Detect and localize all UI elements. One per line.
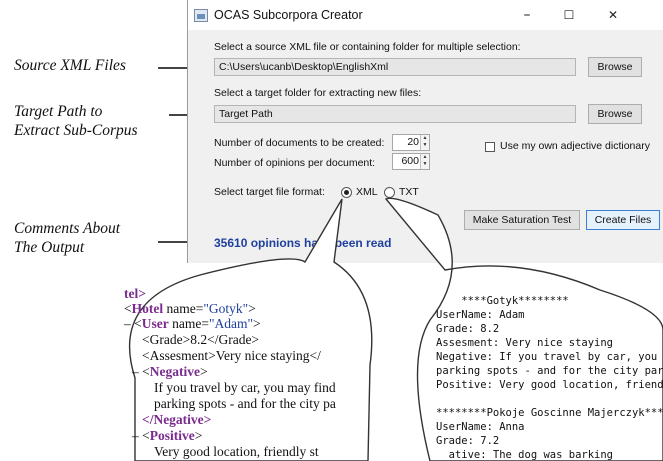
xml-negative-tag: Negative — [149, 364, 200, 379]
xml-hotel-attr: name — [166, 301, 196, 316]
txt-line: Assesment: Very nice staying — [436, 337, 614, 349]
txt-line: ative: The dog was barking — [436, 449, 614, 461]
xml-negative-close: </Negative> — [142, 412, 212, 427]
xml-negative-line1: If you travel by car, you may find — [154, 380, 336, 395]
txt-line: Positive: Very good location, friendl — [436, 379, 663, 391]
txt-line: ****Gotyk******** — [436, 295, 569, 307]
xml-positive-tag: Positive — [149, 428, 195, 443]
xml-user-value: "Adam" — [209, 316, 254, 331]
xml-positive-line1: Very good location, friendly st — [154, 444, 319, 459]
txt-line: parking spots - and for the city park — [436, 365, 663, 377]
txt-line: ********Pokoje Goscinne Majerczyk*** — [436, 407, 663, 419]
xml-assesment-open: <Assesment> — [142, 348, 216, 363]
txt-line: UserName: Adam — [436, 309, 525, 321]
xml-user-tag: User — [141, 316, 169, 331]
xml-user-attr: name — [172, 316, 202, 331]
xml-grade-open: <Grade> — [142, 332, 191, 347]
xml-grade-value: 8.2 — [190, 332, 208, 347]
txt-line: Grade: 8.2 — [436, 323, 500, 335]
xml-fragment-top: tel> — [124, 286, 146, 301]
txt-line: Grade: 7.2 — [436, 435, 500, 447]
xml-hotel-value: "Gotyk" — [203, 301, 249, 316]
xml-negative-line2: parking spots - and for the city pa — [154, 396, 336, 411]
xml-preview: tel> <Hotel name="Gotyk"> – <User name="… — [124, 286, 336, 459]
xml-hotel-tag: Hotel — [131, 301, 164, 316]
xml-grade-close: </Grade> — [207, 332, 260, 347]
xml-assesment-value: Very nice staying</ — [215, 348, 321, 363]
txt-preview: ****Gotyk******** UserName: Adam Grade: … — [436, 292, 663, 461]
txt-line: Negative: If you travel by car, you m — [436, 351, 663, 363]
txt-line: UserName: Anna — [436, 421, 525, 433]
